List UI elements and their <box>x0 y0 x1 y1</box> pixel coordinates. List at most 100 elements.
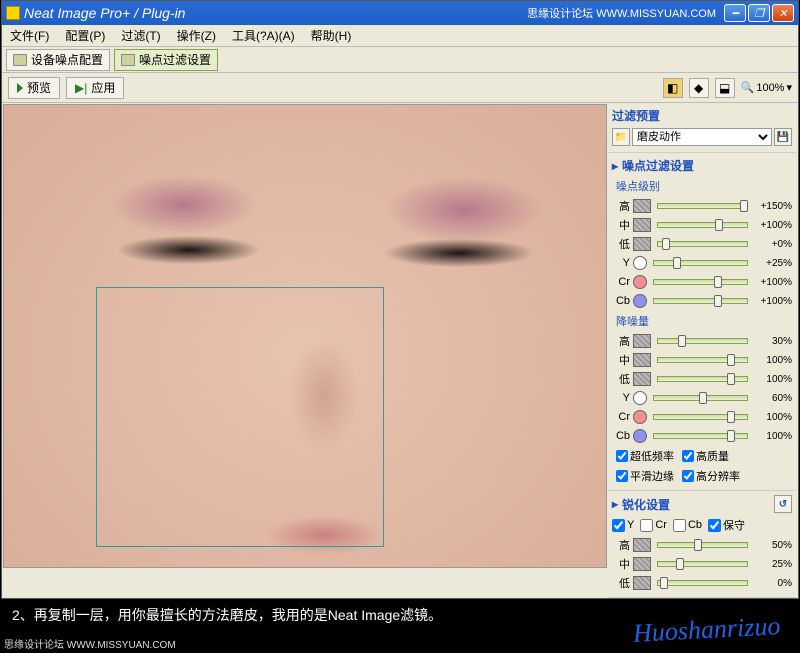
sharpen-row-1: 中 25% <box>612 555 792 573</box>
slider-label: Y <box>612 392 630 404</box>
tab-filter-settings[interactable]: 噪点过滤设置 <box>114 49 218 71</box>
slider-label: 低 <box>612 575 630 591</box>
slider-track[interactable] <box>657 338 748 344</box>
window-title: Neat Image Pro+ / Plug-in <box>24 5 185 21</box>
slider-value: 30% <box>754 336 792 347</box>
slider-value: +100% <box>754 277 792 288</box>
minimize-button[interactable]: ━ <box>724 4 746 22</box>
zoom-control[interactable]: 🔍 100% ▾ <box>741 81 792 94</box>
slider-label: 中 <box>612 217 630 233</box>
sharpen-reset-button[interactable]: ↺ <box>774 495 792 513</box>
slider-value: 25% <box>754 559 792 570</box>
slider-handle[interactable] <box>740 200 748 212</box>
slider-thumb-icon <box>633 557 651 571</box>
preview-button[interactable]: 预览 <box>8 77 60 99</box>
app-icon <box>6 6 20 20</box>
apply-button[interactable]: ▶|应用 <box>66 77 124 99</box>
sharpen-row-2: 低 0% <box>612 574 792 592</box>
slider-track[interactable] <box>653 395 748 401</box>
toggle-icon-1[interactable]: ◧ <box>663 78 683 98</box>
slider-thumb-icon <box>633 256 647 270</box>
menu-filter[interactable]: 过滤(T) <box>113 27 168 44</box>
slider-handle[interactable] <box>662 238 670 250</box>
slider-handle[interactable] <box>727 430 735 442</box>
selection-rectangle[interactable] <box>96 287 384 547</box>
slider-handle[interactable] <box>699 392 707 404</box>
menu-file[interactable]: 文件(F) <box>2 27 57 44</box>
sharpen-y-check[interactable]: Y <box>612 519 634 532</box>
slider-label: 低 <box>612 371 630 387</box>
slider-handle[interactable] <box>714 276 722 288</box>
apply-icon: ▶| <box>75 81 87 95</box>
toggle-icon-3[interactable]: ⬓ <box>715 78 735 98</box>
noise-level-row-4: Cr +100% <box>612 273 792 291</box>
slider-handle[interactable] <box>676 558 684 570</box>
slider-label: 高 <box>612 537 630 553</box>
menu-action[interactable]: 操作(Z) <box>169 27 224 44</box>
slider-handle[interactable] <box>727 354 735 366</box>
slider-handle[interactable] <box>694 539 702 551</box>
slider-track[interactable] <box>653 298 748 304</box>
slider-track[interactable] <box>653 260 748 266</box>
noise-reduce-row-2: 低 100% <box>612 370 792 388</box>
slider-track[interactable] <box>657 542 748 548</box>
filter-preset-title: 过滤预置 <box>612 105 792 126</box>
slider-value: 100% <box>754 355 792 366</box>
caption-bar: 2、再复制一层，用你最擅长的方法磨皮，我用的是Neat Image滤镜。 Huo… <box>0 599 800 653</box>
preset-select[interactable]: 磨皮动作 <box>632 128 772 146</box>
preset-open-button[interactable]: 📁 <box>612 128 630 146</box>
image-preview-pane[interactable] <box>2 103 608 569</box>
noise-level-row-0: 高+150% <box>612 197 792 215</box>
slider-thumb-icon <box>633 199 651 213</box>
check-smoothedge[interactable]: 平滑边缘 <box>616 468 674 484</box>
slider-label: 低 <box>612 236 630 252</box>
check-highres[interactable]: 高分辨率 <box>682 468 740 484</box>
tabbar: 设备噪点配置 噪点过滤设置 <box>2 47 798 73</box>
slider-handle[interactable] <box>727 373 735 385</box>
footer-watermark: 思缘设计论坛 WWW.MISSYUAN.COM <box>4 636 176 651</box>
noise-reduce-title: 降噪量 <box>612 311 792 331</box>
menu-help[interactable]: 帮助(H) <box>303 27 360 44</box>
slider-label: Cr <box>612 276 630 288</box>
slider-track[interactable] <box>657 241 748 247</box>
slider-thumb-icon <box>633 353 651 367</box>
slider-label: Cb <box>612 430 630 442</box>
preview-image <box>3 104 607 568</box>
sharpen-conserv-check[interactable]: 保守 <box>708 517 745 533</box>
slider-track[interactable] <box>653 433 748 439</box>
menu-config[interactable]: 配置(P) <box>57 27 113 44</box>
slider-track[interactable] <box>657 376 748 382</box>
slider-thumb-icon <box>633 372 651 386</box>
slider-handle[interactable] <box>678 335 686 347</box>
maximize-button[interactable]: ❐ <box>748 4 770 22</box>
close-button[interactable]: ✕ <box>772 4 794 22</box>
slider-handle[interactable] <box>660 577 668 589</box>
toggle-icon-2[interactable]: ◆ <box>689 78 709 98</box>
menu-tools[interactable]: 工具(?A)(A) <box>224 27 303 44</box>
tab-device-profile[interactable]: 设备噪点配置 <box>6 49 110 71</box>
slider-track[interactable] <box>657 357 748 363</box>
slider-handle[interactable] <box>715 219 723 231</box>
slider-label: 中 <box>612 556 630 572</box>
check-ultralow[interactable]: 超低频率 <box>616 448 674 464</box>
slider-thumb-icon <box>633 237 651 251</box>
noise-reduce-row-3: Y60% <box>612 389 792 407</box>
slider-value: 0% <box>754 578 792 589</box>
slider-track[interactable] <box>657 222 748 228</box>
check-highquality[interactable]: 高质量 <box>682 448 729 464</box>
slider-track[interactable] <box>657 561 748 567</box>
slider-handle[interactable] <box>673 257 681 269</box>
slider-handle[interactable] <box>714 295 722 307</box>
slider-track[interactable] <box>657 203 748 209</box>
sharpen-cb-check[interactable]: Cb <box>673 519 702 532</box>
slider-value: 100% <box>754 374 792 385</box>
slider-track[interactable] <box>653 279 748 285</box>
slider-thumb-icon <box>633 275 647 289</box>
slider-track[interactable] <box>653 414 748 420</box>
sharpen-cr-check[interactable]: Cr <box>640 519 667 532</box>
slider-handle[interactable] <box>727 411 735 423</box>
slider-thumb-icon <box>633 429 647 443</box>
slider-value: +150% <box>754 201 792 212</box>
slider-track[interactable] <box>657 580 748 586</box>
preset-save-button[interactable]: 💾 <box>774 128 792 146</box>
